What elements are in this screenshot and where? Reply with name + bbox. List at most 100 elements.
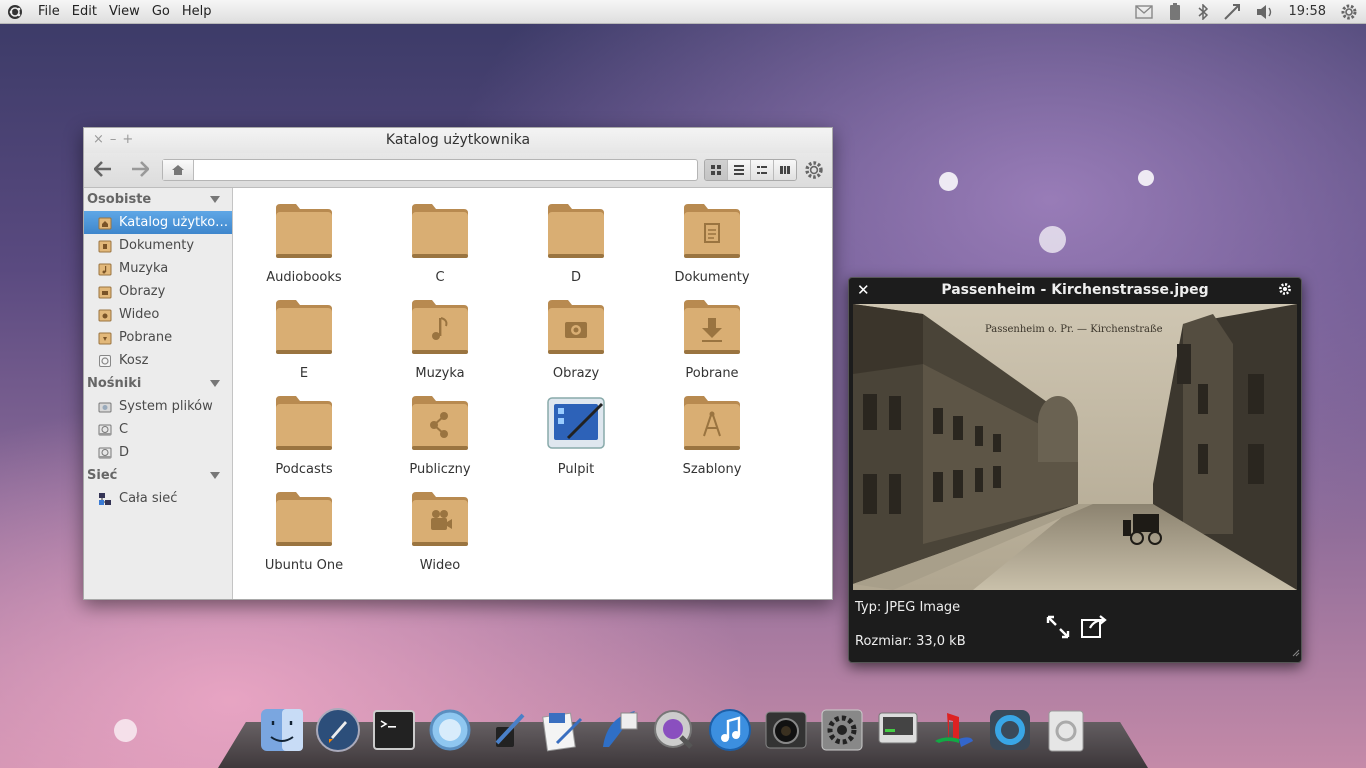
wallpaper-dot: [1039, 226, 1066, 253]
bluetooth-icon[interactable]: [1197, 3, 1209, 20]
sidebar-item-drive-c[interactable]: C: [84, 418, 232, 441]
clock[interactable]: 19:58: [1289, 4, 1326, 19]
sidebar-item-videos[interactable]: Wideo: [84, 303, 232, 326]
menu-go[interactable]: Go: [148, 4, 178, 19]
compact-view-icon[interactable]: [751, 160, 774, 180]
column-view-icon[interactable]: [774, 160, 796, 180]
quicktime-icon[interactable]: [650, 706, 698, 754]
file-item[interactable]: Dokumenty: [644, 202, 780, 285]
file-item-label: Dokumenty: [674, 270, 750, 285]
file-item[interactable]: Pobrane: [644, 298, 780, 381]
sidebar-item-filesystem[interactable]: System plików: [84, 395, 232, 418]
network-workgroup-icon: [99, 492, 111, 505]
finder-icon[interactable]: [258, 706, 306, 754]
collapse-arrow-icon[interactable]: [210, 196, 220, 203]
browser-icon[interactable]: [426, 706, 474, 754]
system-preferences-icon[interactable]: [818, 706, 866, 754]
rocket-icon[interactable]: [314, 706, 362, 754]
dock: [258, 706, 1090, 754]
sidebar-item-label: Muzyka: [119, 261, 169, 276]
file-item-label: Pulpit: [557, 462, 595, 477]
sidebar-item-pictures[interactable]: Obrazy: [84, 280, 232, 303]
file-item-label: Audiobooks: [266, 270, 342, 285]
icon-view-icon[interactable]: [705, 160, 728, 180]
playstation-icon[interactable]: [930, 706, 978, 754]
file-item-label: C: [435, 270, 445, 285]
battery-icon[interactable]: [1167, 2, 1183, 21]
sidebar-item-downloads[interactable]: Pobrane: [84, 326, 232, 349]
collapse-arrow-icon[interactable]: [210, 380, 220, 387]
file-item[interactable]: Pulpit: [508, 394, 644, 477]
file-item[interactable]: Publiczny: [372, 394, 508, 477]
sidebar-item-label: Obrazy: [119, 284, 166, 299]
gear-icon[interactable]: [1340, 3, 1358, 21]
section-title: Sieć: [87, 468, 118, 483]
section-title: Osobiste: [87, 192, 152, 207]
forward-arrow-icon[interactable]: [131, 161, 149, 177]
drive-icon: [98, 447, 112, 458]
itunes-icon[interactable]: [706, 706, 754, 754]
file-item[interactable]: E: [236, 298, 372, 381]
file-item[interactable]: C: [372, 202, 508, 285]
ubuntu-logo-icon[interactable]: [6, 3, 24, 21]
file-item[interactable]: Podcasts: [236, 394, 372, 477]
file-item-label: Szablony: [682, 462, 742, 477]
wallpaper-dot: [114, 719, 137, 742]
menu-edit[interactable]: Edit: [68, 4, 105, 19]
settings-gear-icon[interactable]: [804, 160, 824, 180]
volume-icon[interactable]: [1255, 4, 1275, 20]
menu-view[interactable]: View: [105, 4, 148, 19]
camera-icon[interactable]: [762, 706, 810, 754]
list-view-icon[interactable]: [728, 160, 751, 180]
terminal-icon[interactable]: [370, 706, 418, 754]
file-item[interactable]: Wideo: [372, 490, 508, 573]
file-item[interactable]: Szablony: [644, 394, 780, 477]
file-item[interactable]: Obrazy: [508, 298, 644, 381]
path-bar[interactable]: [162, 159, 698, 181]
mail-icon[interactable]: [1134, 4, 1153, 19]
file-item-label: Ubuntu One: [264, 558, 344, 573]
sidebar-item-network[interactable]: Cała sieć: [84, 487, 232, 510]
share-icon[interactable]: [1080, 614, 1108, 644]
sidebar-item-label: Dokumenty: [119, 238, 195, 253]
window-titlebar[interactable]: × – + Katalog użytkownika: [84, 128, 832, 153]
sidebar-item-label: Cała sieć: [119, 491, 178, 506]
sidebar-item-label: C: [119, 422, 129, 437]
photoshop-icon[interactable]: [594, 706, 642, 754]
sync-icon[interactable]: [986, 706, 1034, 754]
back-arrow-icon[interactable]: [94, 161, 112, 177]
sidebar-item-drive-d[interactable]: D: [84, 441, 232, 464]
sidebar-item-documents[interactable]: Dokumenty: [84, 234, 232, 257]
trash-icon[interactable]: [1042, 706, 1090, 754]
file-item[interactable]: Audiobooks: [236, 202, 372, 285]
menu-file[interactable]: File: [34, 4, 68, 19]
menu-help[interactable]: Help: [178, 4, 220, 19]
sidebar-section-network[interactable]: Sieć: [84, 464, 232, 487]
network-icon[interactable]: [1223, 3, 1241, 21]
ink-icon[interactable]: [482, 706, 530, 754]
sidebar-item-home[interactable]: Katalog użytko…: [84, 211, 232, 234]
fullscreen-icon[interactable]: [1045, 614, 1071, 644]
wallpaper-dot: [1138, 170, 1154, 186]
sidebar-item-trash[interactable]: Kosz: [84, 349, 232, 372]
file-item[interactable]: Ubuntu One: [236, 490, 372, 573]
gear-icon[interactable]: [1278, 282, 1292, 300]
folder-icon: [410, 202, 470, 260]
home-icon[interactable]: [163, 160, 194, 180]
collapse-arrow-icon[interactable]: [210, 472, 220, 479]
folder-video-icon: [410, 490, 470, 548]
file-item[interactable]: D: [508, 202, 644, 285]
view-switcher: [704, 159, 797, 181]
sidebar-section-devices[interactable]: Nośniki: [84, 372, 232, 395]
music-folder-icon: [98, 263, 112, 275]
file-item[interactable]: Muzyka: [372, 298, 508, 381]
documents-folder-icon: [98, 240, 112, 252]
monitor-icon[interactable]: [874, 706, 922, 754]
sidebar-item-label: D: [119, 445, 130, 460]
text-editor-icon[interactable]: [538, 706, 586, 754]
preview-title: Passenheim - Kirchenstrasse.jpeg: [941, 282, 1209, 298]
top-panel: File Edit View Go Help 19:58: [0, 0, 1366, 24]
sidebar-section-personal[interactable]: Osobiste: [84, 188, 232, 211]
sidebar-item-music[interactable]: Muzyka: [84, 257, 232, 280]
resize-grip-icon[interactable]: [1292, 646, 1300, 661]
